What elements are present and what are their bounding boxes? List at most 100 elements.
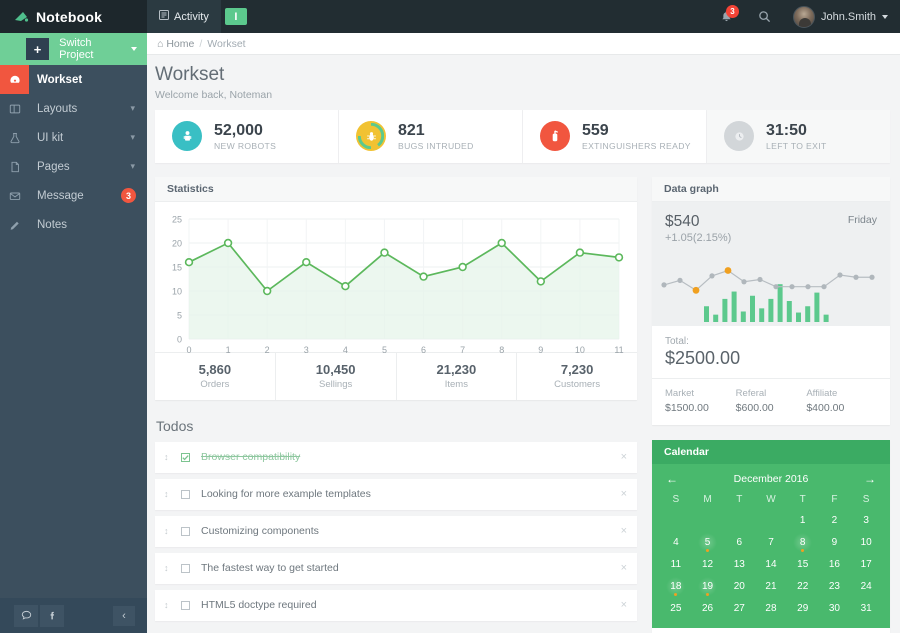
- calendar-day[interactable]: 31: [850, 599, 882, 619]
- todo-checkbox[interactable]: [181, 563, 190, 573]
- stat-sellings-label: Sellings: [318, 378, 353, 390]
- breadcrumb-home[interactable]: ⌂ Home: [157, 38, 194, 50]
- stat-card-left-to-exit[interactable]: 31:50 LEFT TO EXIT: [707, 109, 890, 163]
- calendar-day[interactable]: 6: [723, 533, 755, 553]
- calendar-day[interactable]: 11: [660, 555, 692, 575]
- todo-row[interactable]: ↕ HTML5 doctype required ×: [155, 589, 637, 621]
- calendar-day[interactable]: 17: [850, 555, 882, 575]
- stat-card-text: 821 BUGS INTRUDED: [398, 122, 474, 152]
- user-menu[interactable]: John.Smith: [784, 0, 900, 33]
- calendar-day[interactable]: 24: [850, 577, 882, 597]
- calendar-day[interactable]: 30: [819, 599, 851, 619]
- home-icon: ⌂: [157, 37, 164, 50]
- calendar-day-number: 5: [704, 536, 711, 548]
- calendar-day[interactable]: 21: [755, 577, 787, 597]
- calendar-next-button[interactable]: →: [864, 472, 876, 486]
- calendar-day[interactable]: 23: [819, 577, 851, 597]
- calendar-day[interactable]: 26: [692, 599, 724, 619]
- chevron-down-icon: [882, 14, 888, 19]
- calendar-day[interactable]: 10: [850, 533, 882, 553]
- todo-checkbox[interactable]: [181, 452, 190, 462]
- stat-card-text: 559 EXTINGUISHERS READY: [582, 122, 691, 152]
- calendar-day[interactable]: 13: [723, 555, 755, 575]
- robot-icon: [172, 121, 202, 152]
- calendar-day[interactable]: 25: [660, 599, 692, 619]
- calendar-day[interactable]: 27: [723, 599, 755, 619]
- todo-remove-button[interactable]: ×: [621, 525, 627, 537]
- add-project-button[interactable]: +: [26, 38, 50, 60]
- calendar-prev-button[interactable]: ←: [666, 472, 678, 486]
- todo-remove-button[interactable]: ×: [621, 488, 627, 500]
- market-value: $1500.00: [665, 401, 709, 414]
- calendar-day[interactable]: 12: [692, 555, 724, 575]
- todo-drag-handle[interactable]: ↕: [164, 489, 178, 499]
- todo-checkbox[interactable]: [181, 489, 190, 499]
- todo-row[interactable]: ↕ Looking for more example templates ×: [155, 478, 637, 510]
- calendar-day[interactable]: 8: [787, 532, 819, 553]
- sidebar-item-workset[interactable]: Workset: [0, 65, 147, 94]
- search-button[interactable]: [746, 0, 784, 33]
- todo-row[interactable]: ↕ Browser compatibility ×: [155, 441, 637, 473]
- calendar-day-number: 23: [828, 580, 840, 592]
- todo-drag-handle[interactable]: ↕: [164, 563, 178, 573]
- stat-card-bugs-intruded[interactable]: 821 BUGS INTRUDED: [339, 109, 523, 163]
- calendar-day[interactable]: 9: [819, 533, 851, 553]
- calendar-day-number: 16: [828, 558, 840, 570]
- calendar-day[interactable]: 14: [755, 555, 787, 575]
- todo-checkbox[interactable]: [181, 526, 190, 536]
- sidebar-item-pages[interactable]: Pages ▾: [0, 152, 147, 181]
- sidebar-item-label: Notes: [37, 218, 68, 231]
- collapse-sidebar-button[interactable]: ‹: [113, 605, 135, 626]
- todo-drag-handle[interactable]: ↕: [164, 526, 178, 536]
- stat-customers: 7,230 Customers: [517, 353, 637, 400]
- svg-text:10: 10: [172, 286, 182, 296]
- stat-value: 52,000: [214, 121, 263, 139]
- todo-checkbox[interactable]: [181, 600, 190, 610]
- calendar-day[interactable]: 16: [819, 555, 851, 575]
- todo-drag-handle[interactable]: ↕: [164, 452, 178, 462]
- todo-remove-button[interactable]: ×: [621, 599, 627, 611]
- calendar-day[interactable]: 2: [819, 511, 851, 531]
- statistics-footer: 5,860 Orders 10,450 Sellings 21,230 Item…: [155, 351, 637, 400]
- calendar-day[interactable]: 3: [850, 511, 882, 531]
- todo-list: ↕ Browser compatibility × ↕ Looking for more…: [155, 441, 637, 621]
- todo-remove-button[interactable]: ×: [621, 451, 627, 463]
- calendar-day[interactable]: 29: [787, 599, 819, 619]
- calendar-day-number: 19: [702, 580, 714, 592]
- sidebar-item-notes[interactable]: Notes: [0, 210, 147, 239]
- todo-row[interactable]: ↕ The fastest way to get started ×: [155, 552, 637, 584]
- todo-label: HTML5 doctype required: [201, 599, 317, 612]
- sidebar-item-ui-kit[interactable]: UI kit ▾: [0, 123, 147, 152]
- switch-project-button[interactable]: Switch Project: [49, 37, 147, 61]
- notifications-button[interactable]: 3: [708, 0, 746, 33]
- stat-card-new-robots[interactable]: 52,000 NEW ROBOTS: [155, 109, 339, 163]
- calendar-day[interactable]: 18: [660, 576, 692, 597]
- stat-card-extinguishers-ready[interactable]: 559 EXTINGUISHERS READY: [523, 109, 707, 163]
- todo-row[interactable]: ↕ Customizing components ×: [155, 515, 637, 547]
- file-icon: [0, 152, 29, 181]
- chat-icon[interactable]: [14, 604, 38, 627]
- sidebar-item-message[interactable]: Message 3: [0, 181, 147, 210]
- stat-cards: 52,000 NEW ROBOTS 821 BUGS INTRUDED 559 …: [147, 109, 900, 163]
- todo-remove-button[interactable]: ×: [621, 562, 627, 574]
- sidebar-item-layouts[interactable]: Layouts ▾: [0, 94, 147, 123]
- calendar-day[interactable]: 22: [787, 577, 819, 597]
- calendar-day[interactable]: 5: [692, 532, 724, 553]
- calendar-event-row[interactable]: Meet a friend7:30: [652, 627, 890, 633]
- calendar-dow: S: [672, 493, 680, 505]
- todo-drag-handle[interactable]: ↕: [164, 600, 178, 610]
- topnav-green-button[interactable]: I: [224, 8, 247, 25]
- todos-panel: Todos ↕ Browser compatibility × ↕ Looking fo…: [155, 418, 637, 621]
- calendar-day[interactable]: 20: [723, 577, 755, 597]
- calendar-day[interactable]: 15: [787, 555, 819, 575]
- tab-activity[interactable]: Activity: [147, 0, 221, 33]
- calendar-day[interactable]: 19: [692, 576, 724, 597]
- calendar-day[interactable]: 7: [755, 533, 787, 553]
- calendar-day-number: 3: [863, 514, 869, 526]
- facebook-icon[interactable]: [40, 604, 64, 627]
- calendar-day[interactable]: 1: [787, 511, 819, 531]
- calendar-day[interactable]: 28: [755, 599, 787, 619]
- calendar-day[interactable]: 4: [660, 533, 692, 553]
- brand-logo[interactable]: Notebook: [0, 0, 147, 33]
- top-nav: Activity I: [147, 0, 247, 33]
